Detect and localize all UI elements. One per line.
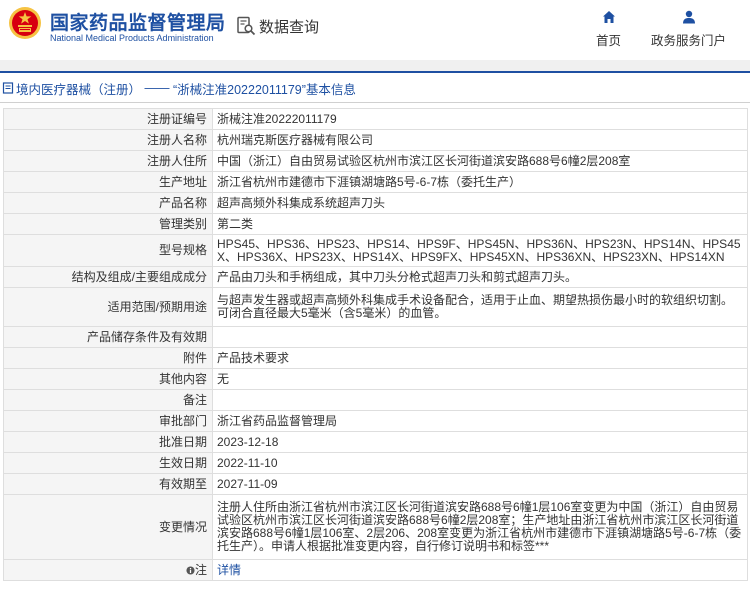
table-row: 结构及组成/主要组成成分 产品由刀头和手柄组成，其中刀头分枪式超声刀头和剪式超声… <box>3 266 748 288</box>
field-value: 浙械注准20222011179 <box>212 108 748 130</box>
table-row: 附件 产品技术要求 <box>3 347 748 369</box>
field-value: 产品技术要求 <box>212 347 748 369</box>
breadcrumb: 境内医疗器械（注册） —— “浙械注准20222011179”基本信息 <box>0 77 750 99</box>
table-row: 备注 <box>3 389 748 411</box>
nav-gov-portal[interactable]: 政务服务门户 <box>651 10 726 49</box>
table-row: 有效期至 2027-11-09 <box>3 473 748 495</box>
field-label: 产品名称 <box>3 192 213 214</box>
field-label: 注册人名称 <box>3 129 213 151</box>
field-value: 第二类 <box>212 213 748 235</box>
field-value: HPS45、HPS36、HPS23、HPS14、HPS9F、HPS45N、HPS… <box>212 234 748 267</box>
org-name-cn[interactable]: 国家药品监督管理局 <box>50 8 226 35</box>
field-value: 2023-12-18 <box>212 431 748 453</box>
note-label: 注 <box>194 562 207 577</box>
breadcrumb-title: “浙械注准20222011179”基本信息 <box>172 82 356 97</box>
field-value: 浙江省药品监督管理局 <box>212 410 748 432</box>
field-value: 2027-11-09 <box>212 473 748 495</box>
field-value: 中国（浙江）自由贸易试验区杭州市滨江区长河街道滨安路688号6幢2层208室 <box>212 150 748 172</box>
table-row: 管理类别 第二类 <box>3 213 748 235</box>
document-icon <box>2 82 14 94</box>
field-value: 超声高频外科集成系统超声刀头 <box>212 192 748 214</box>
field-label: 结构及组成/主要组成成分 <box>3 266 213 288</box>
search-document-icon <box>237 16 256 36</box>
field-label: 变更情况 <box>3 494 213 560</box>
table-row: 型号规格 HPS45、HPS36、HPS23、HPS14、HPS9F、HPS45… <box>3 234 748 267</box>
field-label: 附件 <box>3 347 213 369</box>
field-label: 适用范围/预期用途 <box>3 287 213 327</box>
field-label: 审批部门 <box>3 410 213 432</box>
data-query-label: 数据查询 <box>259 18 320 36</box>
field-value: 2022-11-10 <box>212 452 748 474</box>
table-row: 注 详情 <box>3 559 748 581</box>
breadcrumb-category[interactable]: 境内医疗器械（注册） <box>16 79 141 98</box>
table-row: 生效日期 2022-11-10 <box>3 452 748 474</box>
nav-home[interactable]: 首页 <box>596 10 621 49</box>
table-row: 适用范围/预期用途 与超声发生器或超声高频外科集成手术设备配合，适用于止血、期望… <box>3 287 748 327</box>
field-label: 产品储存条件及有效期 <box>3 326 213 348</box>
field-value: 浙江省杭州市建德市下涯镇湖塘路5号-6-7栋（委托生产） <box>212 171 748 193</box>
details-link[interactable]: 详情 <box>217 563 241 577</box>
field-value <box>212 326 748 348</box>
home-icon <box>602 11 615 23</box>
field-label: 有效期至 <box>3 473 213 495</box>
field-label: 其他内容 <box>3 368 213 390</box>
field-value: 产品由刀头和手柄组成，其中刀头分枪式超声刀头和剪式超声刀头。 <box>212 266 748 288</box>
user-icon <box>682 10 695 24</box>
table-row: 产品储存条件及有效期 <box>3 326 748 348</box>
header-band <box>0 60 750 71</box>
table-row: 生产地址 浙江省杭州市建德市下涯镇湖塘路5号-6-7栋（委托生产） <box>3 171 748 193</box>
org-name-en: National Medical Products Administration <box>50 33 214 43</box>
field-value: 与超声发生器或超声高频外科集成手术设备配合，适用于止血、期望热损伤最小时的软组织… <box>212 287 748 327</box>
device-details-table: 注册证编号 浙械注准20222011179 注册人名称 杭州瑞克斯医疗器械有限公… <box>3 108 748 581</box>
field-value: 详情 <box>212 559 748 581</box>
table-row: 批准日期 2023-12-18 <box>3 431 748 453</box>
table-row: 注册人名称 杭州瑞克斯医疗器械有限公司 <box>3 129 748 151</box>
table-row: 审批部门 浙江省药品监督管理局 <box>3 410 748 432</box>
field-label: 备注 <box>3 389 213 411</box>
table-row: 注册证编号 浙械注准20222011179 <box>3 108 748 130</box>
field-label: 管理类别 <box>3 213 213 235</box>
nav-home-label: 首页 <box>596 34 622 48</box>
nav-gov-portal-label: 政务服务门户 <box>651 34 727 48</box>
info-icon <box>186 565 195 575</box>
field-value: 注册人住所由浙江省杭州市滨江区长河街道滨安路688号6幢1层106室变更为中国（… <box>212 494 748 560</box>
field-value: 杭州瑞克斯医疗器械有限公司 <box>212 129 748 151</box>
field-label: 生效日期 <box>3 452 213 474</box>
table-row: 注册人住所 中国（浙江）自由贸易试验区杭州市滨江区长河街道滨安路688号6幢2层… <box>3 150 748 172</box>
national-emblem-icon <box>9 7 41 39</box>
table-row: 变更情况 注册人住所由浙江省杭州市滨江区长河街道滨安路688号6幢1层106室变… <box>3 494 748 560</box>
breadcrumb-separator: —— <box>141 81 173 95</box>
data-query-link[interactable]: 数据查询 <box>236 14 319 38</box>
table-row: 产品名称 超声高频外科集成系统超声刀头 <box>3 192 748 214</box>
field-label: 生产地址 <box>3 171 213 193</box>
field-label: 注册人住所 <box>3 150 213 172</box>
field-label: 型号规格 <box>3 234 213 267</box>
table-row: 其他内容 无 <box>3 368 748 390</box>
field-value: 无 <box>212 368 748 390</box>
note-label-cell: 注 <box>3 559 213 581</box>
field-label: 注册证编号 <box>3 108 213 130</box>
field-value <box>212 389 748 411</box>
header-divider <box>0 71 750 73</box>
breadcrumb-divider <box>0 102 750 103</box>
field-label: 批准日期 <box>3 431 213 453</box>
site-header: 国家药品监督管理局 National Medical Products Admi… <box>0 0 750 60</box>
